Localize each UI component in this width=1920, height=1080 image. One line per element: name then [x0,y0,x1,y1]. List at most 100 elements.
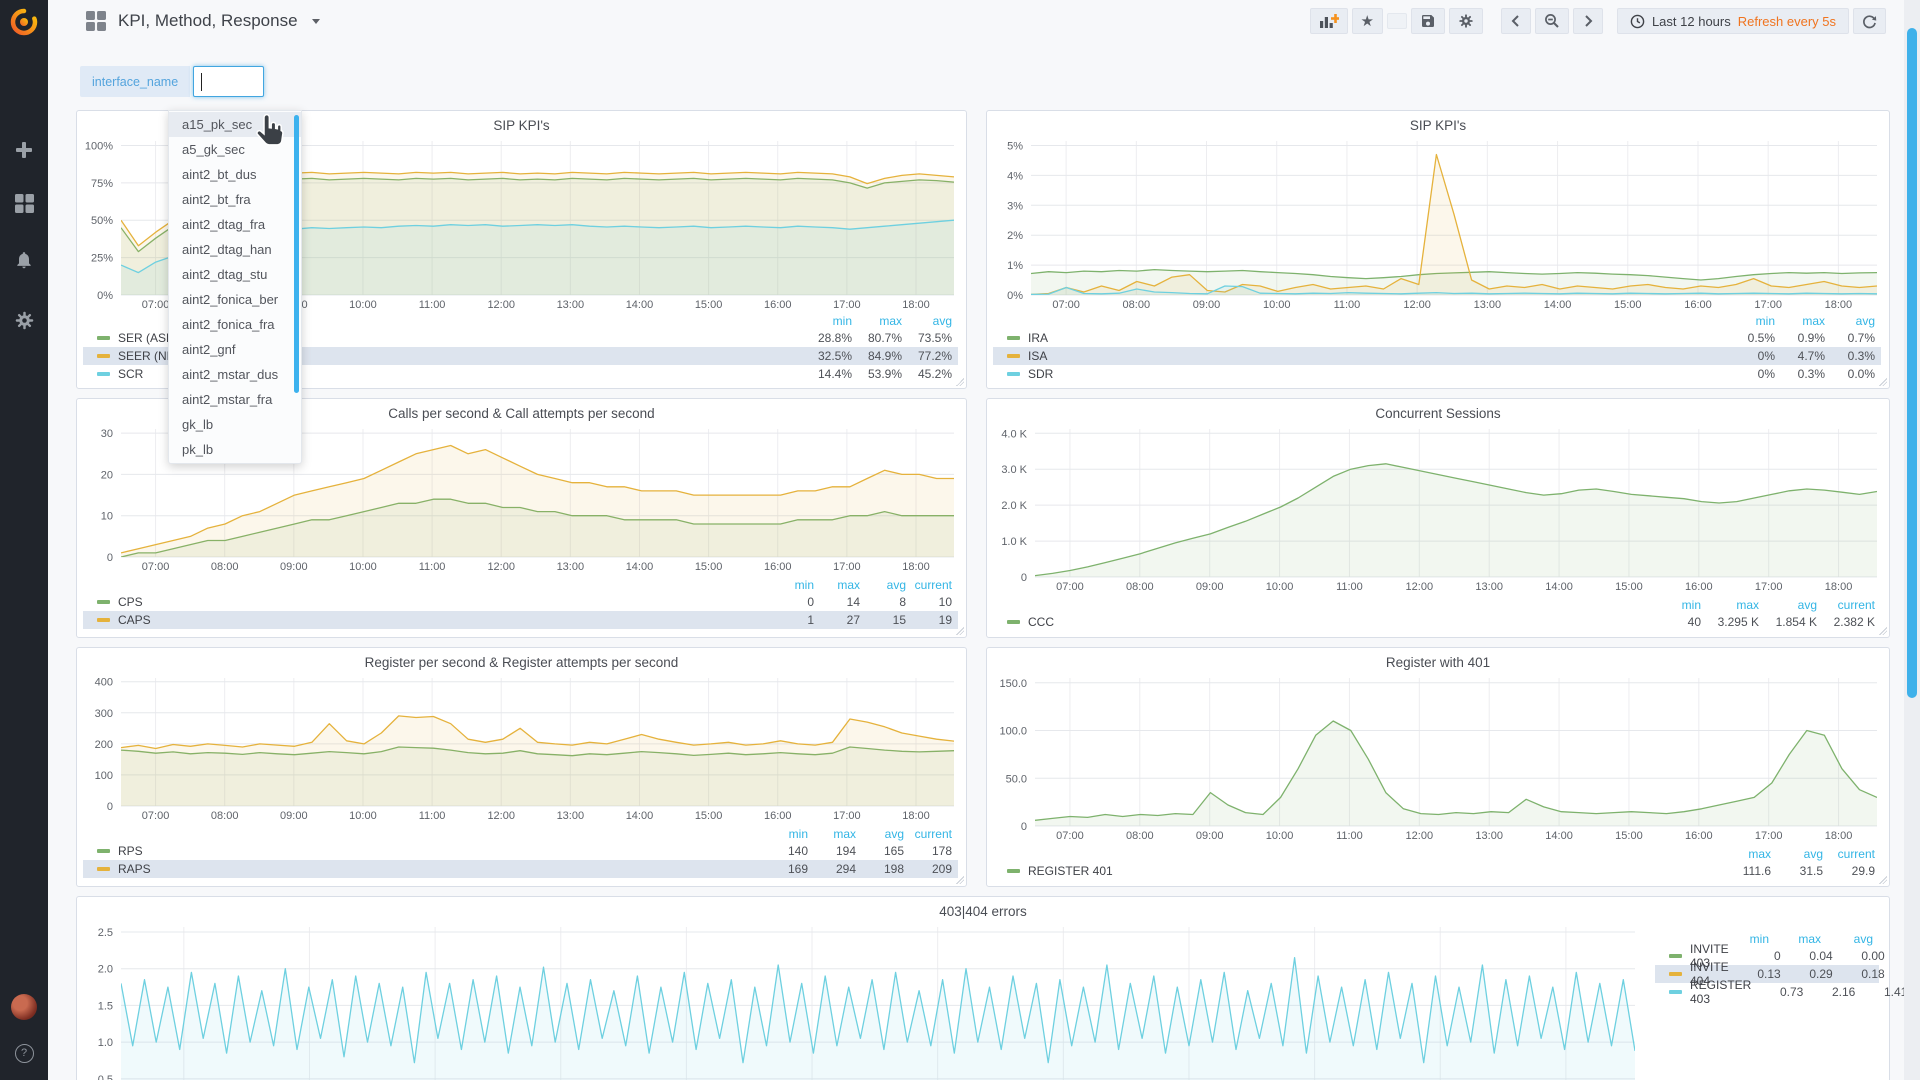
legend-column-header[interactable]: avg [856,827,904,841]
legend-row[interactable]: CPS014810 [83,593,958,611]
svg-text:11:00: 11:00 [1336,581,1363,593]
legend-row[interactable]: SDR0%0.3%0.0% [993,365,1881,383]
time-forward-button[interactable] [1573,8,1603,34]
svg-text:12:00: 12:00 [487,561,515,573]
legend-column-header[interactable]: current [906,578,952,592]
refresh-button[interactable] [1853,8,1886,34]
dropdown-option[interactable]: pk_lb [169,437,301,462]
help-icon[interactable]: ? [0,1043,48,1063]
dropdown-option[interactable]: aint2_gnf [169,337,301,362]
legend-column-header[interactable]: min [1643,598,1701,612]
legend-column-header[interactable]: current [1823,847,1875,861]
dropdown-option[interactable]: gk_lb [169,412,301,437]
legend-row[interactable]: REGISTER 4030.732.161.41 [1655,983,1879,1001]
legend-column-header[interactable]: max [1775,314,1825,328]
grafana-logo-icon[interactable] [0,4,48,40]
add-panel-button[interactable] [1310,8,1348,34]
panel-resize-handle[interactable] [1879,876,1887,884]
panel-resize-handle[interactable] [956,378,964,386]
legend-column-header[interactable]: avg [860,578,906,592]
user-avatar[interactable] [0,994,48,1020]
time-picker-button[interactable]: Last 12 hours Refresh every 5s [1617,8,1849,34]
svg-text:17:00: 17:00 [1754,299,1782,311]
dropdown-option[interactable]: aint2_bt_dus [169,162,301,187]
alerting-bell-icon[interactable] [0,248,48,272]
dropdown-option[interactable]: a5_gk_sec [169,137,301,162]
series-name[interactable]: IRA [1028,331,1048,345]
panel-resize-handle[interactable] [956,627,964,635]
settings-gear-icon[interactable] [0,308,48,332]
chart-403-404-errors[interactable]: 07:0008:0009:0010:0011:0012:0013:0014:00… [77,897,1891,1080]
legend-row[interactable]: CAPS1271519 [83,611,958,629]
dropdown-option[interactable]: aint2_dtag_stu [169,262,301,287]
legend-column-header[interactable]: avg [1771,847,1823,861]
dropdown-option[interactable]: aint2_dtag_han [169,237,301,262]
series-name[interactable]: CCC [1028,615,1054,629]
help-question-label: ? [15,1044,34,1063]
star-icon: ★ [1361,14,1374,29]
svg-text:13:00: 13:00 [1475,830,1503,842]
legend-column-header[interactable]: avg [1825,314,1875,328]
save-button[interactable] [1411,8,1445,34]
page-scrollbar[interactable] [1904,0,1920,1080]
legend-column-header[interactable]: current [904,827,952,841]
dropdown-option[interactable]: aint2_dtag_fra [169,212,301,237]
svg-text:07:00: 07:00 [1052,299,1080,311]
dropdown-option[interactable]: aint2_mstar_dus [169,362,301,387]
legend-row[interactable]: ISA0%4.7%0.3% [993,347,1881,365]
legend-row[interactable]: REGISTER 401111.631.529.9 [993,862,1881,880]
series-name[interactable]: REGISTER 403 [1690,978,1751,1006]
series-name[interactable]: SCR [118,367,143,381]
dropdown-option[interactable]: aint2_mstar_fra [169,387,301,412]
legend-row[interactable]: CCC403.295 K1.854 K2.382 K [993,613,1881,631]
legend-column-header[interactable]: max [1701,598,1759,612]
dashboard-title-group[interactable]: KPI, Method, Response [86,11,320,31]
legend-column-header[interactable]: avg [1759,598,1817,612]
series-name[interactable]: SDR [1028,367,1053,381]
legend-row[interactable]: INVITE 4040.130.290.18 [1655,965,1879,983]
legend-column-header[interactable]: min [768,578,814,592]
legend-column-header[interactable]: min [760,827,808,841]
dropdown-option[interactable]: a15_pk_sec [169,112,301,137]
view-mode-button[interactable] [1387,13,1407,29]
legend-row[interactable]: RAPS169294198209 [83,860,958,878]
zoom-out-button[interactable] [1535,8,1569,34]
legend-column-header[interactable]: max [852,314,902,328]
legend-column-header[interactable]: min [1725,314,1775,328]
legend-column-header[interactable]: avg [902,314,952,328]
panel-resize-handle[interactable] [1879,627,1887,635]
dropdown-option[interactable]: aint2_fonica_fra [169,312,301,337]
dropdown-scrollbar-thumb[interactable] [294,115,299,393]
series-name[interactable]: ISA [1028,349,1047,363]
legend-row[interactable]: INVITE 40300.040.00 [1655,947,1879,965]
legend-column-header[interactable]: max [1769,932,1821,946]
add-icon[interactable] [0,138,48,162]
legend-column-header[interactable]: max [814,578,860,592]
legend-stat-value: 1.41 [1855,985,1907,999]
series-name[interactable]: RAPS [118,862,151,876]
legend-row[interactable]: RPS140194165178 [83,842,958,860]
svg-text:2.5: 2.5 [98,927,113,939]
variable-input[interactable] [193,66,264,97]
legend-column-header[interactable]: min [802,314,852,328]
star-button[interactable]: ★ [1352,8,1383,34]
dashboards-icon[interactable] [0,191,48,215]
legend-column-header[interactable]: avg [1821,932,1873,946]
dashboard-settings-button[interactable] [1449,8,1483,34]
legend-stat-value: 4.7% [1775,349,1825,363]
legend-column-header[interactable]: max [808,827,856,841]
dropdown-option[interactable]: aint2_bt_fra [169,187,301,212]
series-name[interactable]: RPS [118,844,143,858]
series-name[interactable]: CAPS [118,613,151,627]
series-name[interactable]: CPS [118,595,143,609]
legend-column-header[interactable]: max [1719,847,1771,861]
panel-resize-handle[interactable] [956,876,964,884]
time-back-button[interactable] [1501,8,1531,34]
dropdown-option[interactable]: aint2_fonica_ber [169,287,301,312]
legend-row[interactable]: IRA0.5%0.9%0.7% [993,329,1881,347]
svg-text:15:00: 15:00 [695,299,723,311]
page-scrollbar-thumb[interactable] [1907,28,1917,698]
panel-resize-handle[interactable] [1879,378,1887,386]
legend-column-header[interactable]: current [1817,598,1875,612]
series-name[interactable]: REGISTER 401 [1028,864,1113,878]
